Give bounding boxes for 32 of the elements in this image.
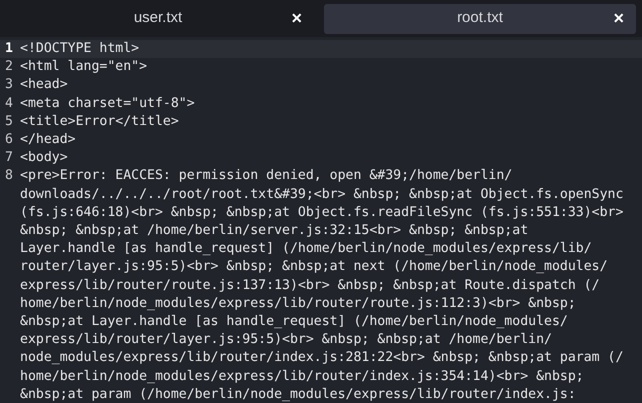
code-line: <html lang="en"> [20, 58, 148, 76]
code-line: home/berlin/node_modules/express/lib/router/route.js:112:3)<br> &nbsp; [20, 294, 576, 313]
code-line: <body> [20, 149, 68, 168]
code-line: <!DOCTYPE html> [20, 40, 140, 58]
tab[interactable]: user.txt × [2, 4, 314, 34]
code-line: <head> [20, 76, 68, 94]
code-line: <meta charset="utf-8"> [20, 94, 195, 113]
code-line: &nbsp;at Layer.handle [as handle_request] (/home/berlin/node_modules/ [20, 313, 568, 332]
code-line: downloads/../../../root/root.txt&#39;<br> &nbsp; &nbsp;at Object.fs.openSync [20, 186, 624, 204]
code-line: <pre>Error: EACCES: permission denied, open &#39;/home/berlin/ [20, 167, 512, 186]
line-number: 3 [4, 76, 14, 94]
code-line: Layer.handle [as handle_request] (/home/berlin/node_modules/express/lib/ [20, 240, 592, 258]
line-number: 1 [4, 40, 14, 58]
line-number: 6 [4, 131, 14, 150]
code-line: <title>Error</title> [20, 112, 179, 131]
code-line: </head> [20, 131, 76, 150]
close-button[interactable]: × [291, 8, 302, 28]
close-button[interactable]: × [613, 8, 624, 28]
code-line: router/layer.js:95:5)<br> &nbsp; &nbsp;at next (/home/berlin/node_modules/ [20, 258, 608, 276]
line-number: 7 [4, 149, 14, 168]
line-number: 4 [4, 94, 14, 113]
code-line: node_modules/express/lib/router/index.js:281:22<br> &nbsp; &nbsp;at param (/ [20, 349, 624, 368]
line-number: 8 [4, 167, 14, 186]
line-number: 2 [4, 58, 14, 76]
code-line: &nbsp; &nbsp;at /home/berlin/server.js:32:15<br> &nbsp; &nbsp;at [20, 222, 528, 240]
tab[interactable]: root.txt × [324, 4, 636, 34]
code-line: express/lib/router/route.js:137:13)<br> &nbsp; &nbsp;at Route.dispatch (/ [20, 276, 600, 295]
code-line: home/berlin/node_modules/express/lib/router/index.js:354:14)<br> &nbsp; [20, 368, 584, 386]
code-line: (fs.js:646:18)<br> &nbsp; &nbsp;at Object.fs.readFileSync (fs.js:551:33)<br> [20, 204, 624, 222]
line-number: 5 [4, 112, 14, 131]
code-line: express/lib/router/layer.js:95:5)<br> &nbsp; &nbsp;at /home/berlin/ [20, 331, 552, 350]
code-line: &nbsp;at param (/home/berlin/node_modules/express/lib/router/index.js: [20, 386, 576, 403]
